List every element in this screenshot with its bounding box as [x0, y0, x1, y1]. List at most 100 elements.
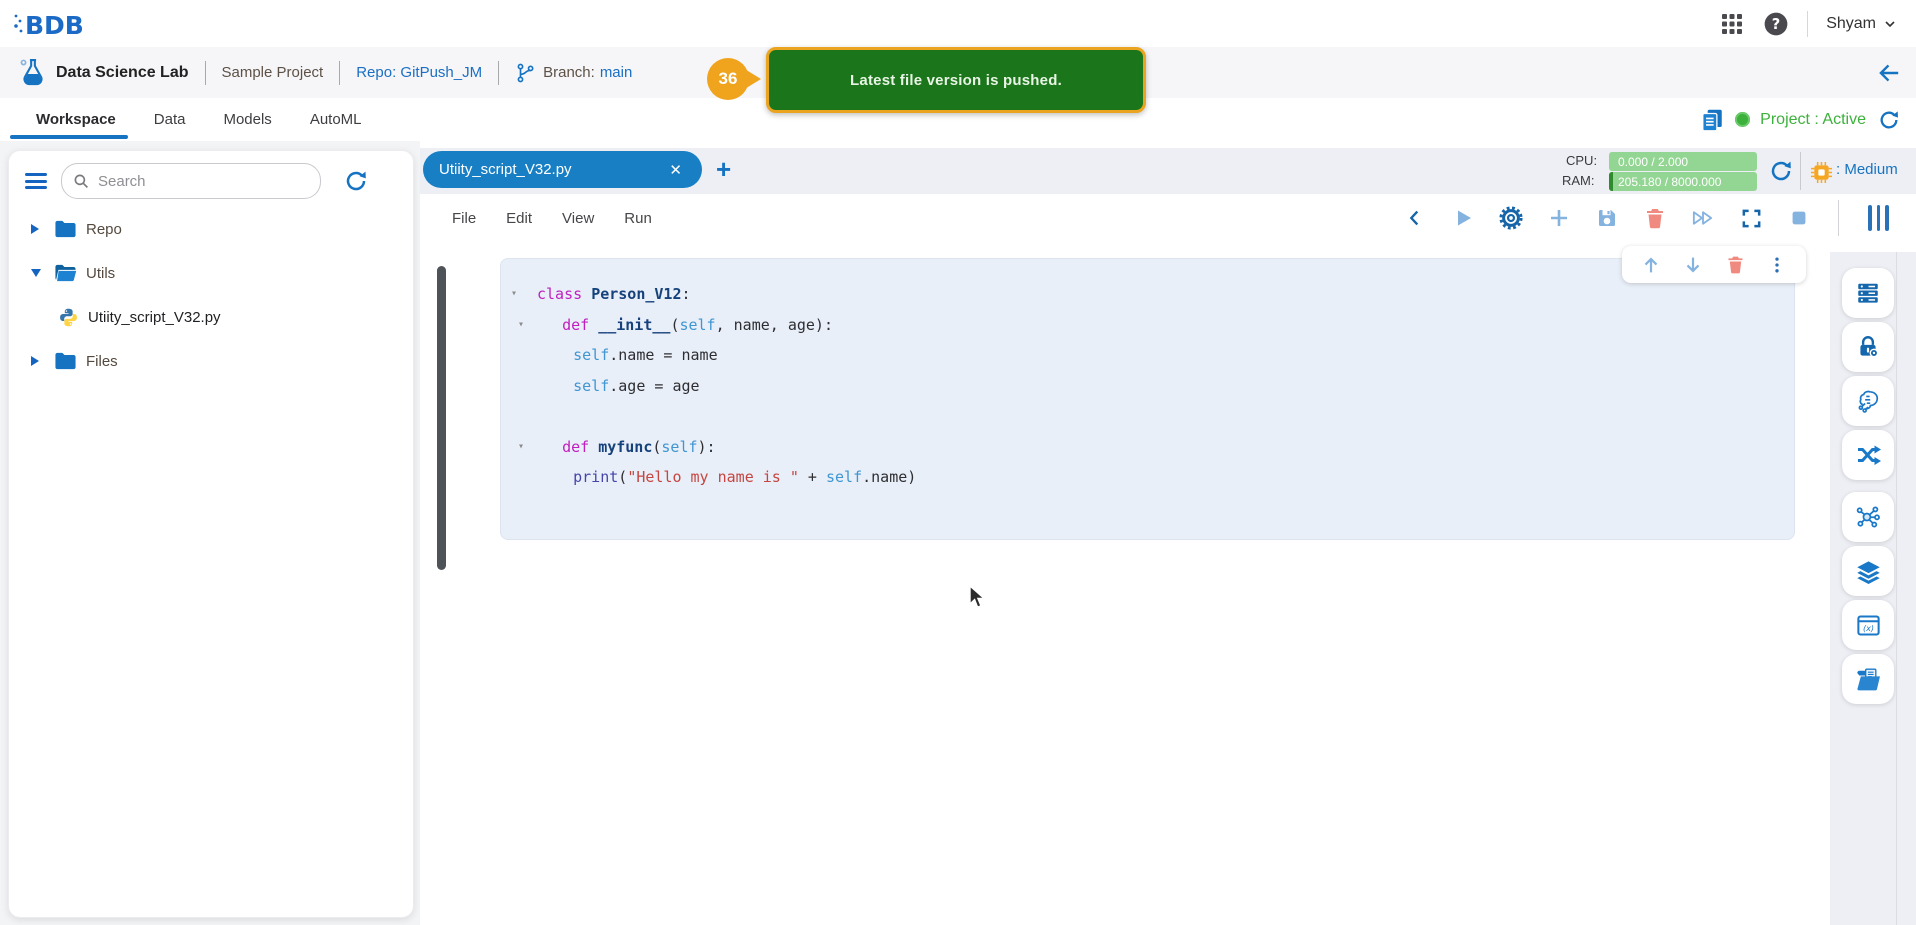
- menu-run[interactable]: Run: [624, 210, 652, 227]
- menu-view[interactable]: View: [562, 210, 594, 227]
- file-tab[interactable]: Utiity_script_V32.py ✕: [423, 151, 702, 188]
- run-all-icon[interactable]: [1690, 205, 1716, 231]
- code-cell[interactable]: ▾class Person_V12:▾ def __init__(self, n…: [500, 258, 1795, 540]
- variables-panel-icon[interactable]: (x): [1842, 600, 1894, 650]
- git-branch-icon: [515, 61, 537, 85]
- save-icon[interactable]: [1594, 205, 1620, 231]
- columns-icon[interactable]: [1868, 205, 1889, 231]
- code-editor[interactable]: ▾class Person_V12:▾ def __init__(self, n…: [511, 279, 916, 493]
- folder-icon: [54, 351, 77, 371]
- code-line[interactable]: ▾class Person_V12:: [511, 279, 916, 310]
- project-refresh-icon[interactable]: [1876, 107, 1902, 133]
- hamburger-menu-icon[interactable]: [25, 173, 47, 189]
- tree-item-label: Utiity_script_V32.py: [88, 309, 221, 326]
- move-up-icon[interactable]: [1638, 252, 1664, 278]
- tab-data[interactable]: Data: [152, 111, 188, 128]
- fold-gutter: [511, 462, 537, 493]
- resource-divider: [1800, 152, 1801, 190]
- folder-open-icon: [54, 263, 77, 283]
- network-hub-icon[interactable]: [1842, 492, 1894, 542]
- tab-workspace[interactable]: Workspace: [34, 111, 118, 128]
- file-explorer-icon[interactable]: [1842, 654, 1894, 704]
- tree-item-label: Files: [86, 353, 118, 370]
- tree-item-files[interactable]: Files: [9, 339, 413, 383]
- code-line[interactable]: print("Hello my name is " + self.name): [511, 462, 916, 493]
- fullscreen-icon[interactable]: [1738, 205, 1764, 231]
- fold-gutter: [511, 340, 537, 371]
- tree-item-utils[interactable]: Utils: [9, 251, 413, 295]
- tree-item-repo[interactable]: Repo: [9, 207, 413, 251]
- caret-right-icon[interactable]: [31, 356, 45, 366]
- more-options-icon[interactable]: [1764, 252, 1790, 278]
- crumb-separator: [498, 61, 499, 85]
- toast-notification: Latest file version is pushed.: [766, 47, 1146, 113]
- crumb-separator: [205, 61, 206, 85]
- fold-gutter: [511, 371, 537, 402]
- delete-icon[interactable]: [1642, 205, 1668, 231]
- ram-label: RAM:: [1562, 173, 1595, 188]
- rail-divider: [1838, 200, 1839, 236]
- new-tab-plus-icon[interactable]: +: [716, 156, 731, 182]
- tree-refresh-icon[interactable]: [343, 168, 369, 194]
- tier-label: : Medium: [1836, 161, 1898, 178]
- delete-cell-icon[interactable]: [1722, 252, 1748, 278]
- fold-arrow-icon[interactable]: ▾: [511, 310, 544, 341]
- resource-monitor: CPU: 0.000 / 2.000 RAM: 205.180 / 8000.0…: [1416, 148, 1916, 194]
- cell-toolbar: [1622, 246, 1806, 283]
- tab-automl[interactable]: AutoML: [308, 111, 364, 128]
- stop-icon[interactable]: [1786, 205, 1812, 231]
- tab-models[interactable]: Models: [221, 111, 273, 128]
- fold-gutter: [511, 401, 537, 432]
- code-text: def __init__(self, name, age):: [544, 310, 833, 341]
- settings-gear-icon[interactable]: [1498, 205, 1524, 231]
- app-window: BDB ? Shyam Data Science Lab Sample Proj…: [0, 0, 1916, 925]
- resource-refresh-icon[interactable]: [1768, 158, 1794, 184]
- code-line[interactable]: ▾ def myfunc(self):: [511, 432, 916, 463]
- tree-item-label: Utils: [86, 265, 115, 282]
- project-doc-icon[interactable]: [1699, 107, 1725, 133]
- run-cell-icon[interactable]: [1450, 205, 1476, 231]
- ram-usage-badge: 205.180 / 8000.000: [1609, 172, 1757, 191]
- scrollbar-track[interactable]: [1896, 252, 1897, 925]
- code-line[interactable]: [511, 401, 916, 432]
- right-rail-header: [1830, 194, 1916, 252]
- menu-items: File Edit View Run: [452, 194, 652, 242]
- logo-text: BDB: [25, 11, 84, 40]
- move-down-icon[interactable]: [1680, 252, 1706, 278]
- prev-cell-icon[interactable]: [1402, 205, 1428, 231]
- caret-down-icon[interactable]: [31, 269, 45, 277]
- chevron-down-icon: [1882, 16, 1898, 32]
- notebook-area[interactable]: ▾class Person_V12:▾ def __init__(self, n…: [420, 242, 1830, 925]
- menu-edit[interactable]: Edit: [506, 210, 532, 227]
- fold-arrow-icon[interactable]: ▾: [511, 432, 544, 463]
- status-text: Project : Active: [1760, 111, 1866, 129]
- code-line[interactable]: ▾ def __init__(self, name, age):: [511, 310, 916, 341]
- bdb-logo: BDB: [12, 7, 90, 41]
- data-server-icon[interactable]: [1842, 268, 1894, 318]
- menu-file[interactable]: File: [452, 210, 476, 227]
- branch-name: main: [600, 64, 633, 81]
- close-icon[interactable]: ✕: [665, 159, 686, 181]
- secrets-lock-icon[interactable]: [1842, 322, 1894, 372]
- add-cell-icon[interactable]: [1546, 205, 1572, 231]
- code-line[interactable]: self.age = age: [511, 371, 916, 402]
- user-menu[interactable]: Shyam: [1826, 15, 1898, 33]
- tour-step-badge: 36: [707, 58, 749, 100]
- shuffle-icon[interactable]: [1842, 430, 1894, 480]
- help-icon[interactable]: ?: [1763, 11, 1789, 37]
- caret-right-icon[interactable]: [31, 224, 45, 234]
- layers-icon[interactable]: [1842, 546, 1894, 596]
- tree-item-utiity-script-v32-py[interactable]: Utiity_script_V32.py: [9, 295, 413, 339]
- editor-menu-bar: File Edit View Run: [420, 194, 1831, 243]
- ai-brain-icon[interactable]: [1842, 376, 1894, 426]
- svg-text:(x): (x): [1862, 622, 1873, 632]
- search-input[interactable]: [96, 172, 270, 191]
- fold-arrow-icon[interactable]: ▾: [511, 279, 537, 310]
- apps-grid-icon[interactable]: [1719, 11, 1745, 37]
- back-arrow-icon[interactable]: [1876, 60, 1902, 91]
- tree-item-label: Repo: [86, 221, 122, 238]
- search-icon: [72, 172, 90, 190]
- editor-toolbar: [1402, 194, 1812, 242]
- topbar-divider: [1807, 11, 1808, 37]
- code-line[interactable]: self.name = name: [511, 340, 916, 371]
